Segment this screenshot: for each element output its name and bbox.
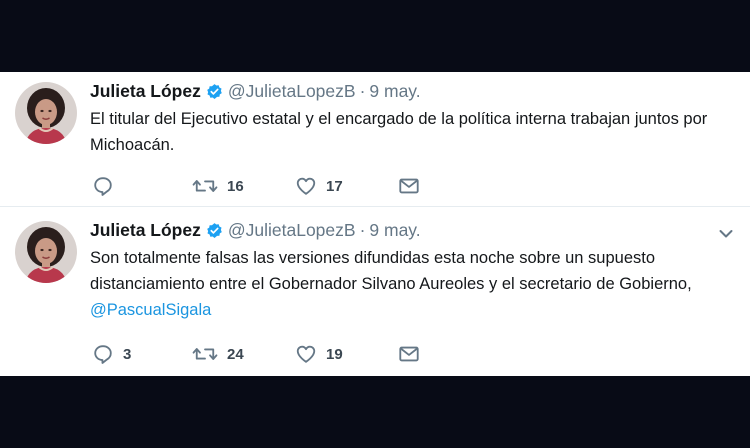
- like-count: 17: [326, 177, 343, 195]
- retweet-count: 16: [227, 177, 244, 195]
- retweet-icon: [192, 180, 218, 192]
- author-name[interactable]: Julieta López: [90, 220, 201, 241]
- like-count: 19: [326, 345, 343, 363]
- message-icon: [399, 346, 419, 362]
- tweet-date[interactable]: 9 may.: [369, 220, 420, 241]
- tweet-header: Julieta López @JulietaLopezB · 9 may.: [90, 81, 421, 102]
- separator-dot: ·: [359, 220, 366, 240]
- tweet-1[interactable]: Julieta López @JulietaLopezB · 9 may. El…: [0, 72, 750, 206]
- like-icon: [296, 177, 316, 195]
- avatar[interactable]: [15, 221, 77, 283]
- tweet-2[interactable]: Julieta López @JulietaLopezB · 9 may. So…: [0, 211, 750, 376]
- avatar-portrait-icon: [15, 82, 77, 144]
- retweet-button[interactable]: 16: [192, 174, 244, 198]
- tweet-divider: [0, 206, 750, 207]
- mention-link[interactable]: @PascualSigala: [90, 301, 211, 319]
- tweet-actions: 16 17: [90, 174, 430, 198]
- reply-count: 3: [123, 345, 132, 363]
- like-button[interactable]: 17: [295, 174, 343, 198]
- avatar[interactable]: [15, 82, 77, 144]
- tweet-text: El titular del Ejecutivo estatal y el en…: [90, 106, 740, 158]
- reply-icon: [94, 177, 112, 196]
- message-button[interactable]: [398, 174, 420, 198]
- retweet-count: 24: [227, 345, 244, 363]
- tweet-panel: Julieta López @JulietaLopezB · 9 may. El…: [0, 72, 750, 376]
- chevron-down-icon[interactable]: [718, 228, 734, 240]
- verified-badge-icon: [206, 222, 223, 239]
- tweet-actions: 3 24 19: [90, 342, 430, 366]
- tweet-header: Julieta López @JulietaLopezB · 9 may.: [90, 220, 421, 241]
- tweet-text-body: Son totalmente falsas las versiones difu…: [90, 249, 692, 293]
- avatar-portrait-icon: [15, 221, 77, 283]
- message-button[interactable]: [398, 342, 420, 366]
- author-handle[interactable]: @JulietaLopezB: [228, 81, 356, 102]
- like-icon: [296, 345, 316, 363]
- retweet-icon: [192, 348, 218, 360]
- like-button[interactable]: 19: [295, 342, 343, 366]
- reply-button[interactable]: 3: [92, 342, 131, 366]
- reply-button[interactable]: [92, 174, 114, 198]
- separator-dot: ·: [359, 81, 366, 101]
- reply-icon: [94, 345, 112, 364]
- verified-badge-icon: [206, 83, 223, 100]
- message-icon: [399, 178, 419, 194]
- author-handle[interactable]: @JulietaLopezB: [228, 220, 356, 241]
- retweet-button[interactable]: 24: [192, 342, 244, 366]
- tweet-text: Son totalmente falsas las versiones difu…: [90, 245, 740, 323]
- tweet-date[interactable]: 9 may.: [369, 81, 420, 102]
- tweet-text-body: El titular del Ejecutivo estatal y el en…: [90, 110, 708, 154]
- author-name[interactable]: Julieta López: [90, 81, 201, 102]
